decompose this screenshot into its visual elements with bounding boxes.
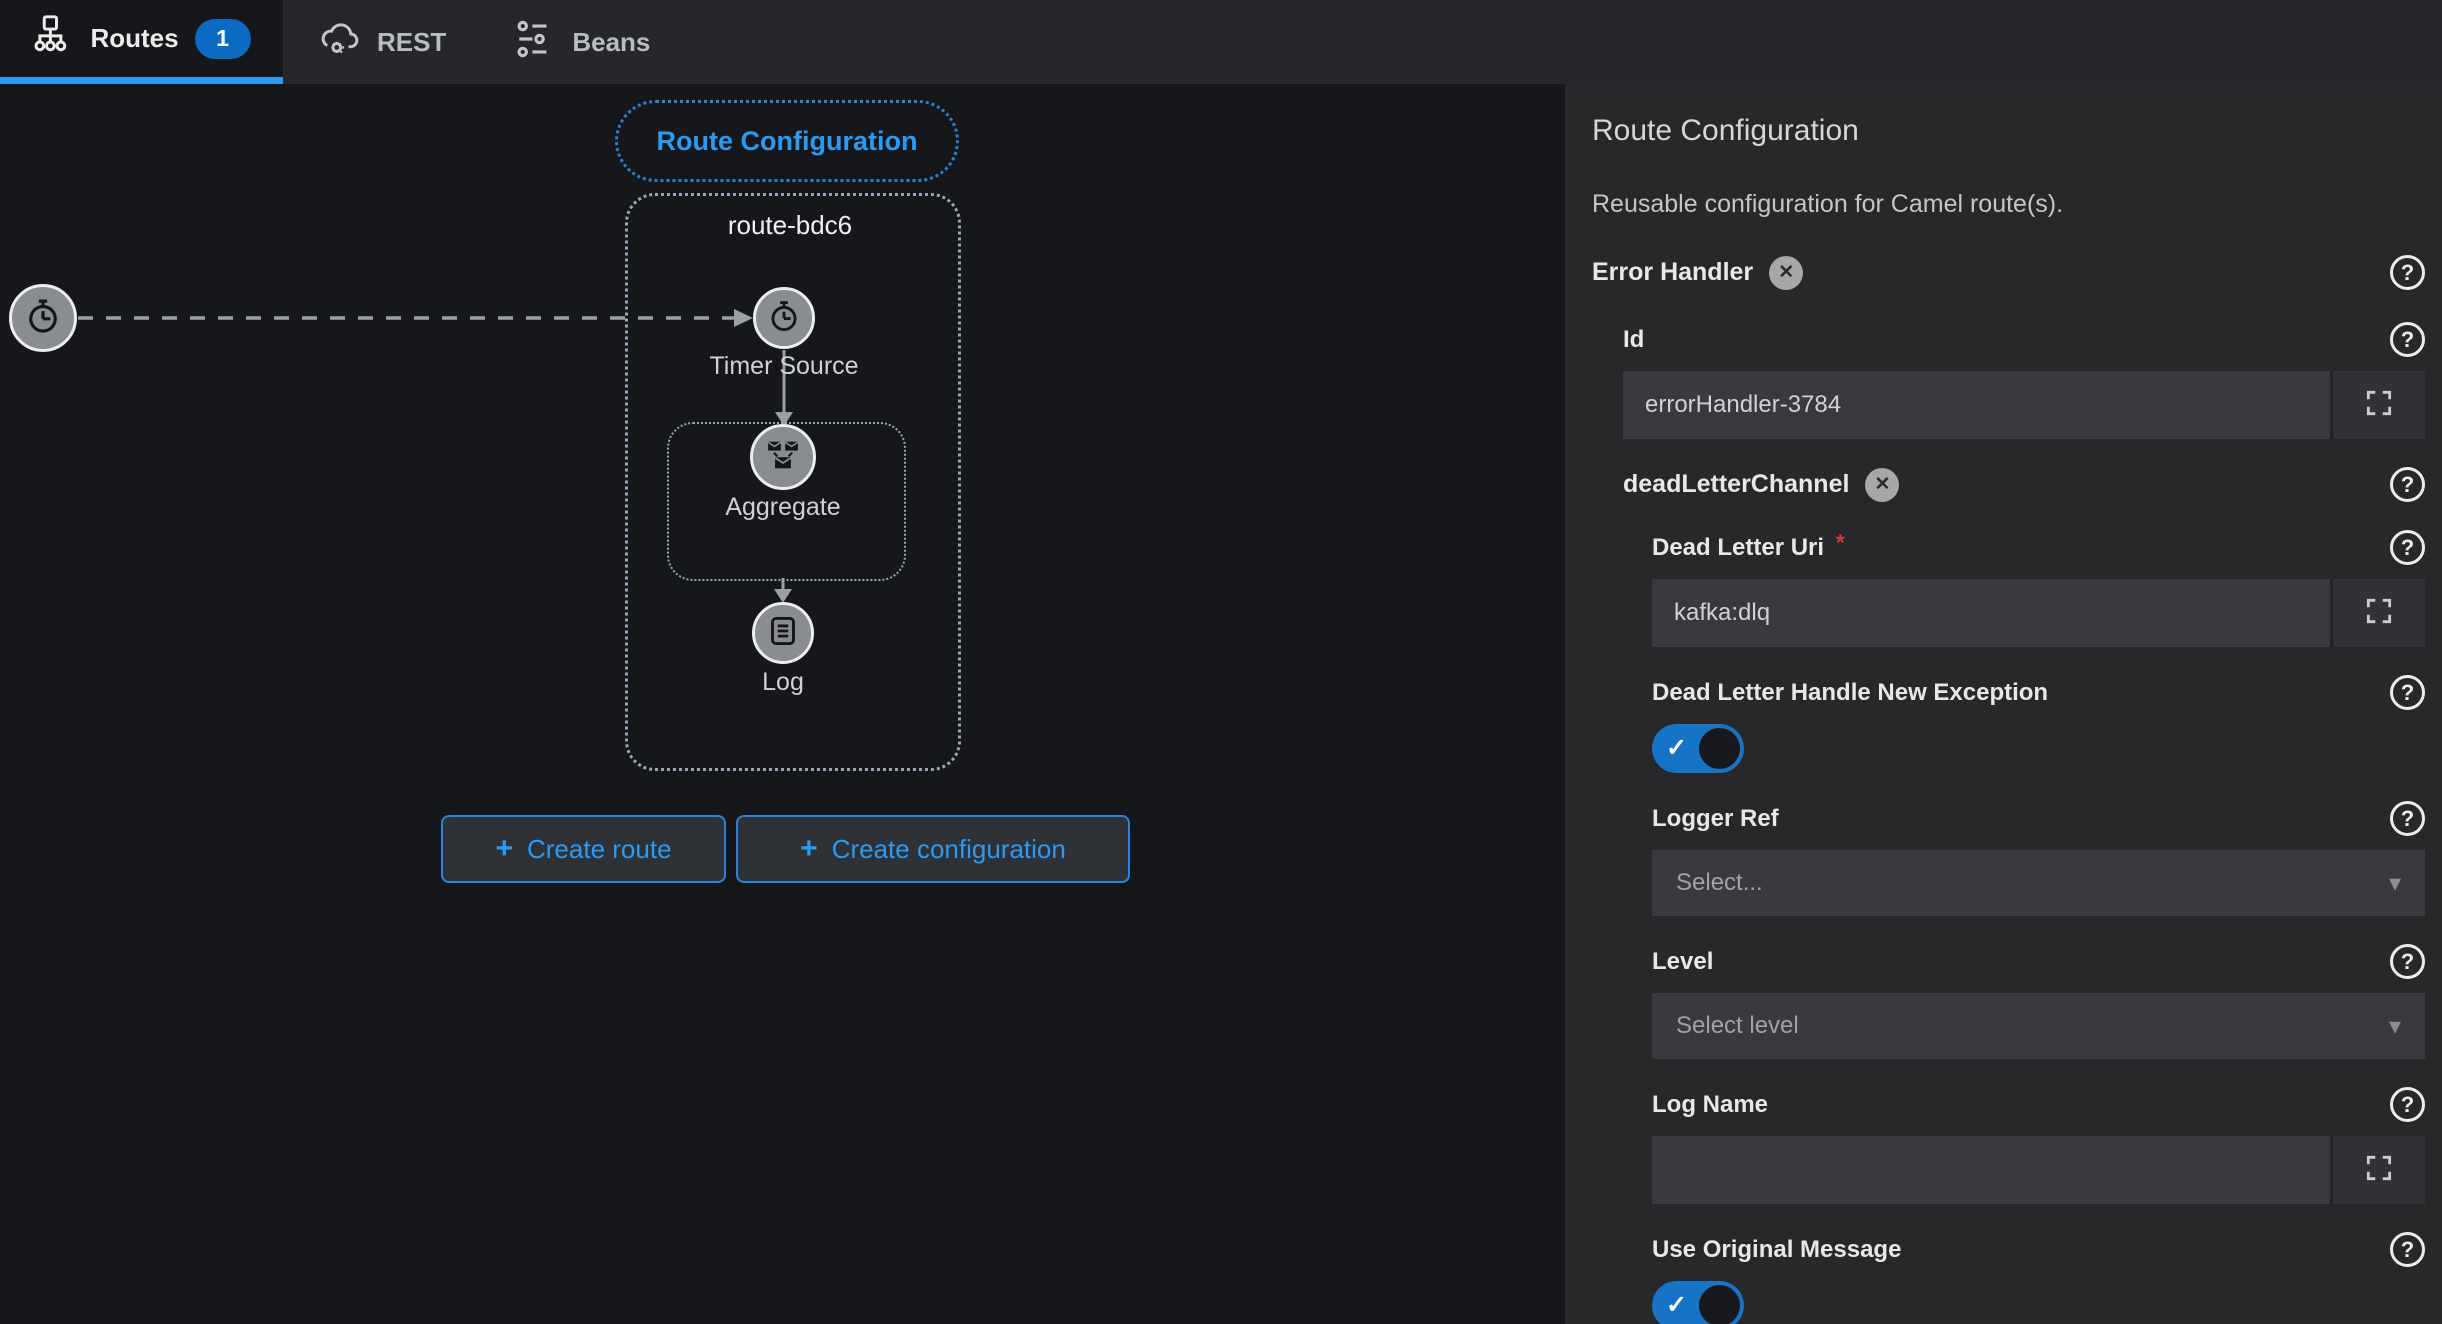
beans-sliders-icon — [514, 18, 556, 67]
chevron-down-icon: ▾ — [2388, 869, 2401, 897]
plus-icon: + — [495, 832, 513, 865]
id-help-icon[interactable]: ? — [2390, 322, 2425, 357]
id-label-row: Id ? — [1623, 322, 2425, 357]
log-document-icon — [765, 613, 801, 654]
tab-rest-label: REST — [377, 26, 447, 57]
handle-new-exception-toggle[interactable]: ✓ — [1652, 724, 1744, 773]
create-configuration-button[interactable]: + Create configuration — [736, 815, 1130, 883]
log-name-input[interactable] — [1652, 1136, 2330, 1204]
error-handler-row: Error Handler ✕ ? — [1592, 255, 2425, 290]
level-placeholder: Select level — [1676, 1012, 1799, 1039]
create-route-button-label: Create route — [527, 833, 672, 864]
logger-ref-label: Logger Ref — [1652, 804, 1779, 832]
dead-letter-uri-expand-button[interactable] — [2330, 579, 2425, 647]
log-name-expand-button[interactable] — [2330, 1136, 2425, 1204]
timer-source-node[interactable] — [753, 287, 815, 349]
id-label: Id — [1623, 325, 1645, 353]
use-original-message-label: Use Original Message — [1652, 1235, 1902, 1263]
log-name-field-row — [1652, 1136, 2425, 1204]
tab-beans[interactable]: Beans — [480, 0, 684, 84]
expand-icon — [2363, 387, 2395, 424]
create-configuration-button-label: Create configuration — [831, 833, 1066, 864]
create-route-button[interactable]: + Create route — [441, 815, 726, 883]
routes-count-badge: 1 — [194, 18, 251, 59]
routes-sitemap-icon — [32, 14, 74, 63]
check-icon: ✓ — [1666, 733, 1687, 762]
stopwatch-icon — [22, 295, 64, 342]
remove-dead-letter-channel-button[interactable]: ✕ — [1865, 467, 1900, 502]
remove-error-handler-button[interactable]: ✕ — [1769, 255, 1804, 290]
log-label: Log — [762, 668, 804, 696]
aggregate-label: Aggregate — [725, 493, 841, 521]
tab-routes-label: Routes — [90, 23, 179, 53]
check-icon: ✓ — [1666, 1290, 1687, 1319]
id-field-row — [1623, 371, 2425, 439]
dead-letter-uri-label: Dead Letter Uri — [1652, 533, 1825, 561]
expand-icon — [2363, 1152, 2395, 1189]
log-name-label-row: Log Name ? — [1652, 1087, 2425, 1122]
use-original-message-help-icon[interactable]: ? — [2390, 1232, 2425, 1267]
handle-new-exception-help-icon[interactable]: ? — [2390, 675, 2425, 710]
log-name-help-icon[interactable]: ? — [2390, 1087, 2425, 1122]
error-handler-help-icon[interactable]: ? — [2390, 255, 2425, 290]
app-window: Routes 1 REST Beans Route Configuration … — [0, 0, 2442, 1324]
aggregate-envelopes-icon — [764, 436, 802, 479]
dead-letter-channel-label: deadLetterChannel — [1623, 470, 1850, 498]
logger-ref-label-row: Logger Ref ? — [1652, 801, 2425, 836]
dead-letter-uri-field-row — [1652, 579, 2425, 647]
stopwatch-icon — [765, 297, 803, 340]
log-node[interactable] — [752, 602, 814, 664]
use-original-message-toggle[interactable]: ✓ — [1652, 1281, 1744, 1324]
external-timer-node[interactable] — [9, 284, 77, 352]
expand-icon — [2363, 595, 2395, 632]
chevron-down-icon: ▾ — [2388, 1012, 2401, 1040]
dead-letter-channel-row: deadLetterChannel ✕ ? — [1623, 467, 2425, 502]
tab-bar: Routes 1 REST Beans — [0, 0, 2442, 84]
level-label: Level — [1652, 947, 1714, 975]
tab-rest[interactable]: REST — [283, 0, 480, 84]
aggregate-node[interactable] — [750, 424, 816, 490]
panel-title: Route Configuration — [1592, 114, 1859, 147]
cloud-gear-icon — [317, 17, 361, 68]
logger-ref-help-icon[interactable]: ? — [2390, 801, 2425, 836]
logger-ref-select[interactable]: Select... ▾ — [1652, 850, 2425, 916]
handle-new-exception-label: Dead Letter Handle New Exception — [1652, 678, 2049, 706]
log-name-label: Log Name — [1652, 1090, 1769, 1118]
level-label-row: Level ? — [1652, 944, 2425, 979]
dead-letter-uri-help-icon[interactable]: ? — [2390, 530, 2425, 565]
route-canvas[interactable]: Route Configuration route-bdc6 Timer Sou… — [0, 84, 1565, 1324]
handle-new-exception-label-row: Dead Letter Handle New Exception ? — [1652, 675, 2425, 710]
panel-subtitle: Reusable configuration for Camel route(s… — [1592, 190, 2064, 218]
level-select[interactable]: Select level ▾ — [1652, 993, 2425, 1059]
toggle-knob — [1699, 728, 1740, 769]
tab-beans-label: Beans — [572, 26, 651, 57]
edge-connectors — [78, 309, 793, 603]
dead-letter-uri-label-row: Dead Letter Uri * ? — [1652, 530, 2425, 565]
plus-icon: + — [800, 832, 818, 865]
id-input[interactable] — [1623, 371, 2330, 439]
use-original-message-label-row: Use Original Message ? — [1652, 1232, 2425, 1267]
toggle-knob — [1699, 1285, 1740, 1324]
timer-source-label: Timer Source — [709, 352, 859, 380]
dead-letter-uri-input[interactable] — [1652, 579, 2330, 647]
error-handler-label: Error Handler — [1592, 258, 1754, 286]
id-expand-button[interactable] — [2330, 371, 2425, 439]
logger-ref-placeholder: Select... — [1676, 869, 1763, 896]
level-help-icon[interactable]: ? — [2390, 944, 2425, 979]
required-marker: * — [1836, 529, 1845, 555]
dead-letter-channel-help-icon[interactable]: ? — [2390, 467, 2425, 502]
tab-routes[interactable]: Routes 1 — [0, 0, 283, 84]
route-configuration-panel: Route Configuration Reusable configurati… — [1565, 84, 2442, 1324]
